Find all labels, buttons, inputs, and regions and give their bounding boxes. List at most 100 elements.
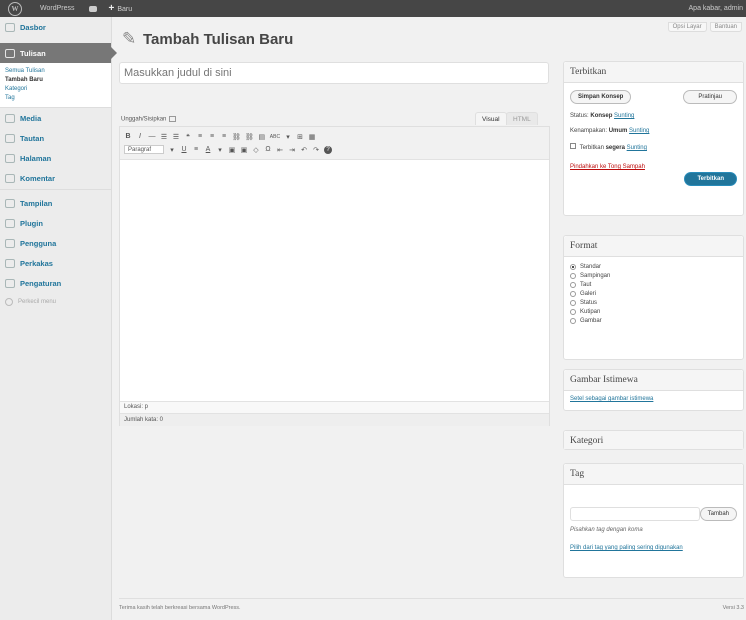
- insert-link-button[interactable]: ⛓: [232, 133, 241, 141]
- strikethrough-button[interactable]: —: [148, 133, 156, 140]
- paste-word-button[interactable]: ▣: [240, 146, 248, 154]
- tab-visual[interactable]: Visual: [475, 112, 507, 125]
- status-value: Konsep: [590, 113, 613, 119]
- site-name-link[interactable]: WordPress: [32, 5, 83, 12]
- sidebar-item-links[interactable]: Tautan: [0, 128, 111, 148]
- paste-text-button[interactable]: ▣: [228, 146, 236, 154]
- submenu-all-posts[interactable]: Semua Tulisan: [5, 67, 111, 76]
- format-box: Format Standar Sampingan Taut Galeri Sta…: [563, 235, 744, 360]
- kitchen-sink-button[interactable]: ▦: [308, 133, 316, 141]
- sidebar-item-settings[interactable]: Pengaturan: [0, 273, 111, 293]
- editor-path: Lokasi: p: [120, 401, 549, 413]
- radio[interactable]: [570, 317, 576, 324]
- sidebar-item-media[interactable]: Media: [0, 108, 111, 128]
- upload-insert-link[interactable]: Unggah/Sisipkan: [121, 116, 177, 123]
- edit-schedule-link[interactable]: Sunting: [627, 145, 647, 151]
- format-option-label: Kutipan: [580, 308, 601, 315]
- editor-content-area[interactable]: [120, 160, 549, 400]
- outdent-button[interactable]: ⇤: [276, 146, 284, 154]
- sidebar-item-label: Tampilan: [20, 198, 53, 208]
- align-left-button[interactable]: ≡: [196, 133, 204, 140]
- sidebar-item-tools[interactable]: Perkakas: [0, 253, 111, 273]
- format-option-label: Sampingan: [580, 272, 611, 279]
- pin-icon: [5, 48, 15, 58]
- text-color-dropdown-icon[interactable]: ▾: [216, 146, 224, 154]
- sidebar-item-dashboard[interactable]: Dasbor: [0, 17, 111, 37]
- link-icon: [5, 133, 15, 143]
- radio[interactable]: [570, 281, 576, 288]
- publish-button[interactable]: Terbitkan: [684, 172, 737, 186]
- sidebar-item-posts[interactable]: Tulisan: [0, 43, 117, 63]
- fullscreen-button[interactable]: ⊞: [296, 133, 304, 141]
- choose-popular-tags-link[interactable]: Pilih dari tag yang paling sering diguna…: [570, 545, 683, 551]
- bullet-list-button[interactable]: ☰: [160, 133, 168, 141]
- format-select[interactable]: Paragraf: [124, 145, 164, 154]
- submenu-categories[interactable]: Kategori: [5, 85, 111, 94]
- justify-button[interactable]: ≡: [192, 146, 200, 153]
- insert-more-button[interactable]: ▤: [258, 133, 266, 141]
- format-option-gallery[interactable]: Galeri: [570, 289, 737, 298]
- wordpress-logo-icon[interactable]: W: [8, 1, 22, 16]
- submenu-tags[interactable]: Tag: [5, 94, 111, 103]
- sidebar-item-label: Media: [20, 113, 42, 123]
- footer-thanks: Terima kasih telah berkreasi bersama Wor…: [119, 605, 241, 611]
- format-option-label: Status: [580, 299, 598, 306]
- featured-image-box: Gambar Istimewa Setel sebagai gambar ist…: [563, 369, 744, 411]
- save-draft-button[interactable]: Simpan Konsep: [570, 90, 632, 104]
- undo-button[interactable]: ↶: [300, 146, 308, 154]
- blockquote-button[interactable]: ❝: [184, 133, 192, 141]
- format-option-status[interactable]: Status: [570, 298, 737, 307]
- radio-checked[interactable]: [570, 263, 576, 270]
- format-option-aside[interactable]: Sampingan: [570, 271, 737, 280]
- format-option-link[interactable]: Taut: [570, 280, 737, 289]
- new-label: Baru: [117, 6, 133, 13]
- preview-button[interactable]: Pratinjau: [683, 90, 737, 104]
- new-content-menu[interactable]: + Baru: [109, 3, 133, 14]
- help-button[interactable]: Bantuan: [709, 22, 742, 32]
- format-option-quote[interactable]: Kutipan: [570, 307, 737, 316]
- media-upload-icon[interactable]: [169, 116, 177, 122]
- clear-formatting-button[interactable]: ◇: [252, 146, 260, 154]
- sidebar-item-pages[interactable]: Halaman: [0, 148, 111, 168]
- radio[interactable]: [570, 272, 576, 279]
- special-character-button[interactable]: Ω: [264, 146, 272, 153]
- spellcheck-button[interactable]: ABC: [270, 134, 280, 140]
- format-option-image[interactable]: Gambar: [570, 316, 737, 325]
- unlink-button[interactable]: ⛓: [245, 133, 254, 141]
- edit-status-link[interactable]: Sunting: [614, 113, 634, 119]
- italic-button[interactable]: I: [136, 133, 144, 140]
- sidebar-item-label: Perkakas: [20, 258, 53, 268]
- set-featured-image-link[interactable]: Setel sebagai gambar istimewa: [570, 396, 653, 402]
- numbered-list-button[interactable]: ☰: [172, 133, 180, 141]
- text-color-button[interactable]: A: [204, 146, 212, 153]
- move-to-trash-link[interactable]: Pindahkan ke Tong Sampah: [570, 164, 645, 170]
- radio[interactable]: [570, 290, 576, 297]
- add-tag-button[interactable]: Tambah: [699, 507, 737, 521]
- bold-button[interactable]: B: [124, 133, 132, 140]
- comment-bubble-icon[interactable]: [88, 5, 97, 12]
- submenu-add-new[interactable]: Tambah Baru: [5, 76, 111, 85]
- edit-visibility-link[interactable]: Sunting: [629, 128, 649, 134]
- new-tag-input[interactable]: [570, 507, 700, 521]
- sidebar-item-plugins[interactable]: Plugin: [0, 213, 111, 233]
- sidebar-item-appearance[interactable]: Tampilan: [0, 193, 111, 213]
- format-option-standard[interactable]: Standar: [570, 262, 737, 271]
- radio[interactable]: [570, 308, 576, 315]
- howdy-account-menu[interactable]: Apa kabar, admin: [689, 5, 743, 12]
- align-right-button[interactable]: ≡: [220, 133, 228, 140]
- radio[interactable]: [570, 299, 576, 306]
- collapse-menu-button[interactable]: Perkecil menu: [0, 293, 111, 311]
- posts-submenu: Semua Tulisan Tambah Baru Kategori Tag: [0, 63, 111, 108]
- tab-html[interactable]: HTML: [506, 112, 538, 125]
- sidebar-item-users[interactable]: Pengguna: [0, 233, 111, 253]
- screen-options-button[interactable]: Opsi Layar: [667, 22, 707, 32]
- category-box-title[interactable]: Kategori: [564, 431, 743, 449]
- post-title-input[interactable]: [119, 62, 549, 84]
- redo-button[interactable]: ↷: [312, 146, 320, 154]
- indent-button[interactable]: ⇥: [288, 146, 296, 154]
- help-icon[interactable]: ?: [324, 145, 332, 154]
- sidebar-item-comments[interactable]: Komentar: [0, 168, 111, 188]
- align-center-button[interactable]: ≡: [208, 133, 216, 140]
- underline-button[interactable]: U: [180, 146, 188, 153]
- spellcheck-dropdown-icon[interactable]: ▾: [284, 133, 292, 141]
